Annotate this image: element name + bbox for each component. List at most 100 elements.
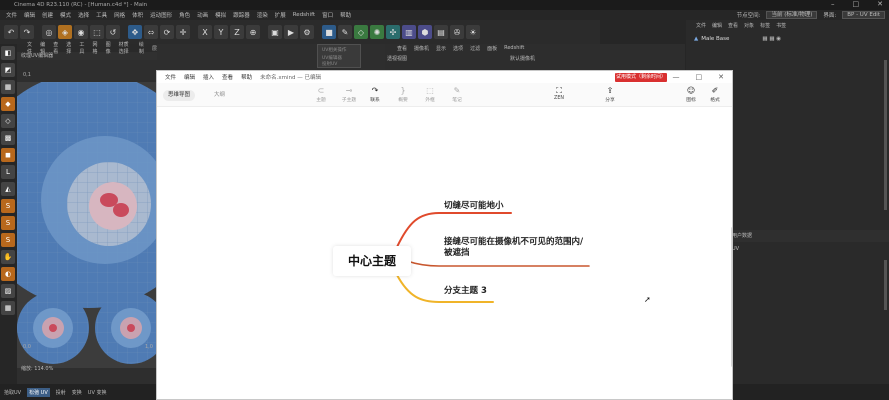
floor-icon[interactable]: ▤: [434, 25, 448, 39]
camera-icon[interactable]: ✇: [450, 25, 464, 39]
boundary-button[interactable]: ⬚ 外框: [418, 85, 442, 103]
obj-menu-view[interactable]: 查看: [728, 22, 738, 29]
xm-close-icon[interactable]: ✕: [718, 71, 724, 83]
tab-transform[interactable]: 变换: [72, 389, 82, 396]
xm-maximize-icon[interactable]: □: [696, 71, 703, 83]
xm-menu-insert[interactable]: 插入: [203, 73, 214, 81]
render-settings-icon[interactable]: ⚙: [300, 25, 314, 39]
menu-create[interactable]: 创建: [42, 11, 53, 19]
redo-icon[interactable]: ↷: [20, 25, 34, 39]
rotate-icon[interactable]: ⟳: [160, 25, 174, 39]
xm-minimize-icon[interactable]: —: [673, 71, 680, 83]
topic-2-line-1[interactable]: 接缝尽可能在摄像机不可见的范围内/: [444, 237, 583, 248]
vp-menu-filter[interactable]: 过滤: [470, 45, 480, 52]
snap-icon[interactable]: ◭: [1, 182, 15, 196]
tab-mind-map[interactable]: 思维导图: [163, 90, 196, 101]
tweak-icon[interactable]: ✋: [1, 250, 15, 264]
deformer-icon[interactable]: ✣: [386, 25, 400, 39]
vp-menu-panel[interactable]: 面板: [487, 45, 497, 52]
texture-mode-icon[interactable]: ▦: [1, 80, 15, 94]
uv-polygons-icon[interactable]: ◈: [58, 25, 72, 39]
menu-mograph[interactable]: 运动图形: [150, 11, 172, 19]
menu-mesh[interactable]: 网格: [114, 11, 125, 19]
subdivision-icon[interactable]: ◇: [354, 25, 368, 39]
format-button[interactable]: ✐ 格式: [703, 85, 727, 103]
dropdown-item-3[interactable]: 投射UV: [318, 61, 360, 67]
scene-icon[interactable]: ⬢: [418, 25, 432, 39]
move-icon[interactable]: ✥: [128, 25, 142, 39]
tab-relax-uv[interactable]: 松弛 UV: [27, 387, 50, 397]
menu-mode[interactable]: 模式: [60, 11, 71, 19]
xm-menu-view[interactable]: 查看: [222, 73, 233, 81]
uv-points-icon[interactable]: ◎: [42, 25, 56, 39]
transform-icon[interactable]: ✛: [176, 25, 190, 39]
icons-button[interactable]: ☺ 图标: [679, 85, 703, 103]
solo-selection-icon[interactable]: S: [1, 233, 15, 247]
selection-icon[interactable]: ⬚: [90, 25, 104, 39]
workplane-icon[interactable]: ▨: [1, 284, 15, 298]
relationship-button[interactable]: ↷ 联系: [363, 85, 387, 103]
uv-mode-icon[interactable]: ◼: [1, 148, 15, 162]
tab-projection[interactable]: 投射: [56, 389, 66, 396]
object-manager-scrollbar[interactable]: [884, 60, 887, 210]
vp-menu-options[interactable]: 选项: [453, 45, 463, 52]
vp-menu-view[interactable]: 查看: [397, 45, 407, 52]
rotate-uv-icon[interactable]: ↺: [106, 25, 120, 39]
uv-viewport[interactable]: [17, 82, 157, 368]
axis-mode-icon[interactable]: L: [1, 165, 15, 179]
xm-menu-edit[interactable]: 编辑: [184, 73, 195, 81]
tab-outline[interactable]: 大纲: [209, 90, 230, 101]
obj-menu-edit[interactable]: 编辑: [712, 22, 722, 29]
solo-icon[interactable]: S: [1, 199, 15, 213]
menu-tracker[interactable]: 跟踪器: [233, 11, 250, 19]
field-icon[interactable]: ▥: [402, 25, 416, 39]
topic-2-line-2[interactable]: 被遮挡: [444, 248, 470, 259]
attributes-scrollbar[interactable]: [884, 260, 887, 310]
pen-icon[interactable]: ✎: [338, 25, 352, 39]
obj-menu-object[interactable]: 对象: [744, 22, 754, 29]
z-axis-icon[interactable]: Z: [230, 25, 244, 39]
uv-tag-icon[interactable]: ▦ ▦ ◉: [762, 36, 781, 42]
menu-simulate[interactable]: 模拟: [215, 11, 226, 19]
menu-render[interactable]: 渲染: [257, 11, 268, 19]
vp-menu-display[interactable]: 显示: [436, 45, 446, 52]
layout-dropdown[interactable]: BP - UV Edit: [842, 11, 885, 19]
grid-icon[interactable]: ▦: [1, 301, 15, 315]
tab-pick-uv[interactable]: 拾取UV: [4, 389, 21, 396]
uv-menu-image[interactable]: 图像: [106, 41, 113, 55]
uv-menu-paint[interactable]: 绘制: [139, 41, 146, 55]
topic-3[interactable]: 分支主题 3: [444, 286, 487, 297]
menu-tools[interactable]: 工具: [96, 11, 107, 19]
scale-icon[interactable]: ⬄: [144, 25, 158, 39]
coordinate-system-icon[interactable]: ⊕: [246, 25, 260, 39]
topic-button[interactable]: ⊂ 主题: [309, 85, 333, 103]
uv-menu-tools[interactable]: 工具: [79, 41, 86, 55]
minimize-icon[interactable]: –: [831, 0, 835, 8]
menu-select[interactable]: 选择: [78, 11, 89, 19]
model-mode-icon[interactable]: ◩: [1, 63, 15, 77]
xm-menu-help[interactable]: 帮助: [241, 73, 252, 81]
x-axis-icon[interactable]: X: [198, 25, 212, 39]
canvas-scrollbar[interactable]: [731, 227, 732, 367]
uv-menu-mesh[interactable]: 网格: [92, 41, 99, 55]
node-space-dropdown[interactable]: 当前 (标准/物理): [766, 11, 818, 19]
maximize-icon[interactable]: □: [853, 0, 860, 8]
obj-menu-tag[interactable]: 标签: [760, 22, 770, 29]
obj-menu-bookmark[interactable]: 书签: [776, 22, 786, 29]
points-mode-icon[interactable]: ◆: [1, 97, 15, 111]
zen-button[interactable]: ⛶ ZEN: [547, 85, 571, 101]
object-row-male-base[interactable]: ▲ Male Base ▦ ▦ ◉: [694, 36, 781, 42]
menu-edit[interactable]: 编辑: [24, 11, 35, 19]
summary-button[interactable]: } 概要: [391, 85, 415, 103]
vp-menu-redshift[interactable]: Redshift: [504, 45, 524, 52]
undo-icon[interactable]: ↶: [4, 25, 18, 39]
uv-menu-select[interactable]: 选择: [66, 41, 73, 55]
uv-menu-material[interactable]: 材质选择: [119, 41, 133, 55]
mind-map-canvas[interactable]: 中心主题 切缝尽可能地小 接缝尽可能在摄像机不可见的范围内/ 被遮挡 分支主题 …: [157, 107, 732, 399]
menu-animation[interactable]: 动画: [197, 11, 208, 19]
solo-hierarchy-icon[interactable]: S: [1, 216, 15, 230]
sculpt-icon[interactable]: ◐: [1, 267, 15, 281]
menu-window[interactable]: 窗口: [322, 11, 333, 19]
menu-volume[interactable]: 体积: [132, 11, 143, 19]
subtopic-button[interactable]: ⊸ 子主题: [337, 85, 361, 103]
